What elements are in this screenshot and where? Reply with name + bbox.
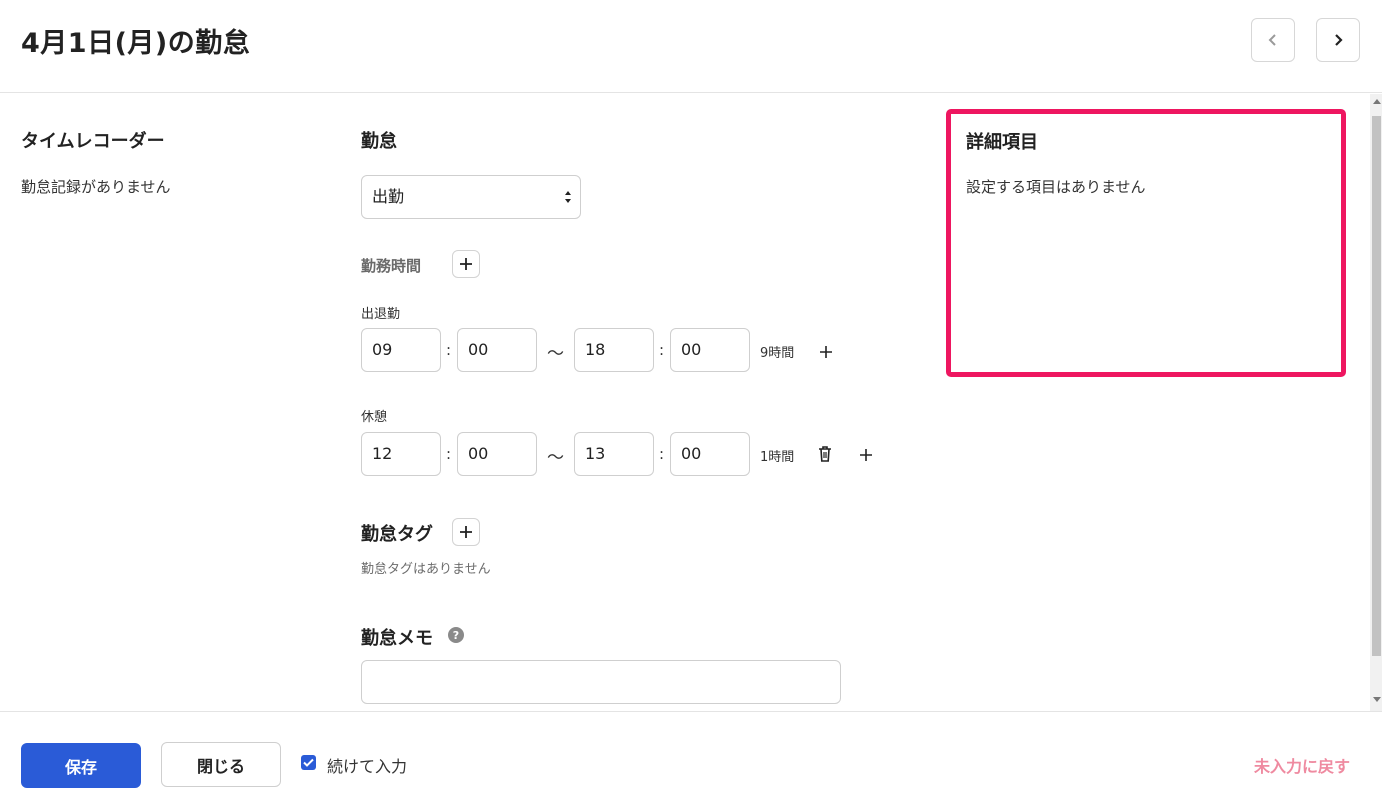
page-title: 4月1日(月)の勤怠 (21, 28, 251, 59)
attendance-memo-heading: 勤怠メモ (361, 628, 433, 649)
save-button[interactable]: 保存 (21, 743, 141, 788)
select-arrows-icon (565, 191, 571, 203)
time-separator: : (659, 445, 665, 463)
memo-input[interactable] (361, 660, 841, 704)
add-break-button[interactable] (856, 445, 876, 465)
time-recorder-heading: タイムレコーダー (21, 131, 165, 152)
break-start-hour-input[interactable]: 12 (361, 432, 441, 476)
continue-input-checkbox[interactable] (301, 755, 316, 770)
break-label: 休憩 (361, 410, 388, 425)
content-area: タイムレコーダー 勤怠記録がありません 勤怠 出勤 勤務時間 出退勤 09 : … (0, 94, 1382, 711)
plus-icon (820, 346, 832, 358)
chevron-left-icon (1268, 34, 1276, 46)
scroll-down-icon[interactable] (1373, 697, 1381, 703)
time-recorder-empty-text: 勤怠記録がありません (21, 178, 171, 196)
next-day-button[interactable] (1316, 18, 1360, 62)
clock-start-hour-input[interactable]: 09 (361, 328, 441, 372)
plus-icon (460, 526, 472, 538)
revert-to-empty-button[interactable]: 未入力に戻す (1254, 753, 1350, 777)
scroll-up-icon[interactable] (1373, 98, 1381, 104)
clock-start-minute-input[interactable]: 00 (457, 328, 537, 372)
range-separator: ～ (547, 448, 564, 468)
close-button[interactable]: 閉じる (161, 742, 281, 787)
break-end-minute-input[interactable]: 00 (670, 432, 750, 476)
break-start-minute-input[interactable]: 00 (457, 432, 537, 476)
clock-end-minute-input[interactable]: 00 (670, 328, 750, 372)
break-end-hour-input[interactable]: 13 (574, 432, 654, 476)
attendance-tags-heading: 勤怠タグ (361, 524, 433, 545)
work-time-heading: 勤務時間 (361, 257, 422, 275)
details-heading: 詳細項目 (966, 132, 1038, 153)
attendance-type-select[interactable]: 出勤 (361, 175, 581, 219)
attendance-type-value: 出勤 (372, 187, 405, 206)
question-circle-icon: ? (448, 627, 464, 643)
checkmark-icon (303, 758, 314, 767)
time-separator: : (446, 445, 452, 463)
tags-empty-text: 勤怠タグはありません (361, 562, 491, 577)
details-empty-text: 設定する項目はありません (966, 178, 1146, 196)
add-clock-button[interactable] (816, 342, 836, 362)
plus-icon (460, 258, 472, 270)
svg-text:?: ? (453, 629, 459, 642)
prev-day-button[interactable] (1251, 18, 1295, 62)
attendance-heading: 勤怠 (361, 131, 397, 152)
break-duration: 1時間 (760, 450, 795, 465)
clock-label: 出退勤 (361, 307, 401, 322)
clock-duration: 9時間 (760, 346, 795, 361)
continue-input-label[interactable]: 続けて入力 (327, 753, 407, 777)
time-separator: : (446, 341, 452, 359)
add-work-time-button[interactable] (452, 250, 480, 278)
footer: 保存 閉じる 続けて入力 未入力に戻す (0, 711, 1382, 808)
range-separator: ～ (547, 344, 564, 364)
add-tag-button[interactable] (452, 518, 480, 546)
header: 4月1日(月)の勤怠 (0, 0, 1382, 93)
plus-icon (860, 449, 872, 461)
clock-end-hour-input[interactable]: 18 (574, 328, 654, 372)
trash-icon (819, 446, 831, 462)
time-separator: : (659, 341, 665, 359)
help-icon[interactable]: ? (448, 627, 464, 643)
scrollbar-thumb[interactable] (1372, 116, 1381, 656)
chevron-right-icon (1335, 34, 1343, 46)
delete-break-button[interactable] (815, 444, 835, 464)
